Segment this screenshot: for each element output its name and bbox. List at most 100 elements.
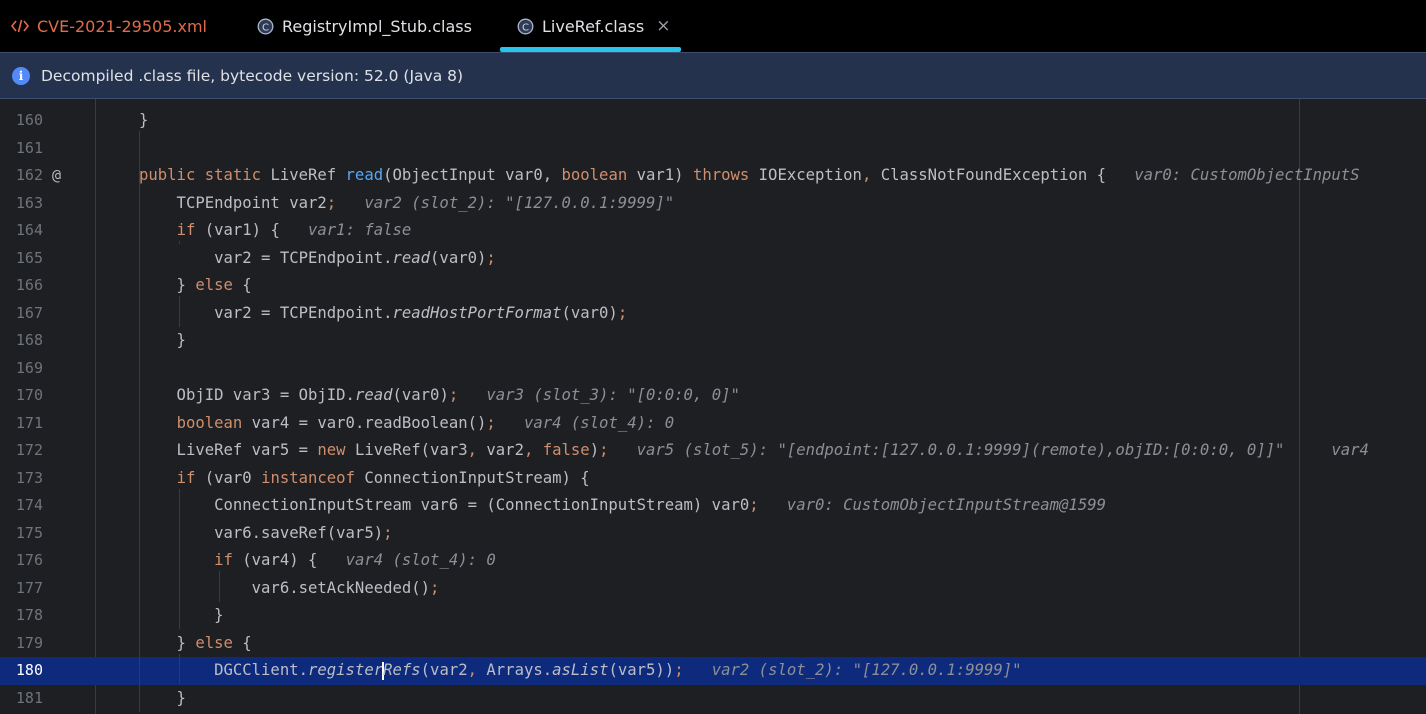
code-token: , [467,661,487,679]
line-number[interactable]: 161 [0,135,43,163]
inline-debug-hint: var4 (slot_4): 0 [345,551,496,569]
code-token: } [139,111,149,129]
code-token: (ObjectInput var0, [383,166,562,184]
line-number[interactable]: 163 [0,190,43,218]
code-token: else [195,633,243,652]
line-number[interactable]: 173 [0,465,43,493]
xml-file-icon [11,18,29,34]
tab-label: CVE-2021-29505.xml [37,16,207,36]
tab-label: RegistryImpl_Stub.class [282,16,472,36]
line-number[interactable]: 169 [0,355,43,383]
code-line[interactable]: 168 } [0,327,1426,355]
code-text: } [139,107,148,135]
line-number[interactable]: 176 [0,547,43,575]
code-line[interactable]: 174 ConnectionInputStream var6 = (Connec… [0,492,1426,520]
code-line[interactable]: 163 TCPEndpoint var2; var2 (slot_2): "[1… [0,190,1426,218]
line-number[interactable]: 167 [0,300,43,328]
code-token: ; [486,413,496,432]
code-token: } [139,688,186,707]
code-token: register [308,661,384,679]
tab-cve-xml[interactable]: CVE-2021-29505.xml [11,0,207,52]
overrides-gutter-icon[interactable]: @ [52,162,61,190]
line-number[interactable]: 172 [0,437,43,465]
line-number[interactable]: 165 [0,245,43,273]
code-text: boolean var4 = var0.readBoolean(); var4 … [139,410,675,438]
code-token: DGCClient. [139,661,308,679]
code-line[interactable]: 169 [0,355,1426,383]
line-number[interactable]: 177 [0,575,43,603]
tab-registryimpl-stub[interactable]: C RegistryImpl_Stub.class [257,0,472,52]
code-text: var2 = TCPEndpoint.read(var0); [139,245,496,273]
line-number[interactable]: 171 [0,410,43,438]
indent-guide [219,571,220,602]
code-token: ; [430,578,440,597]
code-line[interactable]: 181 } [0,685,1426,713]
line-number[interactable]: 168 [0,327,43,355]
code-token: ; [486,248,496,267]
inline-debug-hint: var4 (slot_4): 0 [495,413,675,432]
code-line[interactable]: 180 DGCClient.registerRefs(var2, Arrays.… [0,657,1426,685]
code-token: Refs [383,661,421,679]
line-number[interactable]: 162 [0,162,43,190]
code-token: LiveRef [270,166,346,184]
code-token: var1) [636,166,693,184]
code-text: ConnectionInputStream var6 = (Connection… [139,492,1106,520]
inline-debug-hint: var3 (slot_3): "[0:0:0, 0]" [458,386,740,404]
code-token: (var5)) [608,661,675,679]
code-token: else [195,276,243,294]
code-line[interactable]: 162 @ public static LiveRef read(ObjectInp… [0,162,1426,190]
decompiled-info-banner: i Decompiled .class file, bytecode versi… [0,52,1426,99]
code-text: LiveRef var5 = new LiveRef(var3, var2, f… [139,437,1369,465]
tab-liveref[interactable]: C LiveRef.class × [500,0,681,52]
code-token: { [242,633,252,652]
code-line[interactable]: 179 } else { [0,630,1426,658]
line-number[interactable]: 164 [0,217,43,245]
line-number[interactable]: 170 [0,382,43,410]
code-line[interactable]: 161 [0,135,1426,163]
code-line[interactable]: 172 LiveRef var5 = new LiveRef(var3, var… [0,437,1426,465]
close-icon[interactable]: × [656,16,670,36]
code-text: DGCClient.registerRefs(var2, Arrays.asLi… [139,657,1022,685]
code-text: var2 = TCPEndpoint.readHostPortFormat(va… [139,300,627,328]
code-token: throws [692,166,759,184]
code-line[interactable]: 176 if (var4) { var4 (slot_4): 0 [0,547,1426,575]
code-token: if [176,468,205,487]
code-text: } [139,685,186,713]
indent-guide [179,296,180,327]
line-number[interactable]: 160 [0,107,43,135]
code-token: , [467,441,487,459]
code-line[interactable]: 164 if (var1) { var1: false [0,217,1426,245]
inline-debug-hint: var5 (slot_5): "[endpoint:[127.0.0.1:999… [608,441,1369,459]
code-editor[interactable]: 160} 161 162 @ public static LiveRef read(Ob… [0,99,1426,714]
class-file-icon: C [257,18,274,35]
code-line[interactable]: 173 if (var0 instanceof ConnectionInputS… [0,465,1426,493]
line-number[interactable]: 174 [0,492,43,520]
code-token: ; [617,303,628,322]
code-line[interactable]: 175 var6.saveRef(var5); [0,520,1426,548]
code-line[interactable]: 165 var2 = TCPEndpoint.read(var0); [0,245,1426,273]
line-number[interactable]: 180 [0,657,43,685]
code-token: ConnectionInputStream) { [364,468,590,487]
line-number[interactable]: 181 [0,685,43,713]
code-line[interactable]: 170 ObjID var3 = ObjID.read(var0); var3 … [0,382,1426,410]
inline-debug-hint: var2 (slot_2): "[127.0.0.1:9999]" [683,661,1022,679]
code-line[interactable]: 160} [0,107,1426,135]
code-line[interactable]: 178 } [0,602,1426,630]
line-number[interactable]: 175 [0,520,43,548]
code-token: if [214,551,243,569]
code-line[interactable]: 166 } else { [0,272,1426,300]
line-number[interactable]: 178 [0,602,43,630]
code-line[interactable]: 167 var2 = TCPEndpoint.readHostPortForma… [0,300,1426,328]
code-text: } [139,327,186,355]
code-token: var2 = TCPEndpoint. [139,303,393,322]
code-line[interactable]: 171 boolean var4 = var0.readBoolean(); v… [0,410,1426,438]
tab-label: LiveRef.class [542,16,645,36]
inline-debug-hint: var0: CustomObjectInputS [1134,166,1360,184]
line-number[interactable]: 179 [0,630,43,658]
code-line[interactable]: 177 var6.setAckNeeded(); [0,575,1426,603]
line-number[interactable]: 166 [0,272,43,300]
